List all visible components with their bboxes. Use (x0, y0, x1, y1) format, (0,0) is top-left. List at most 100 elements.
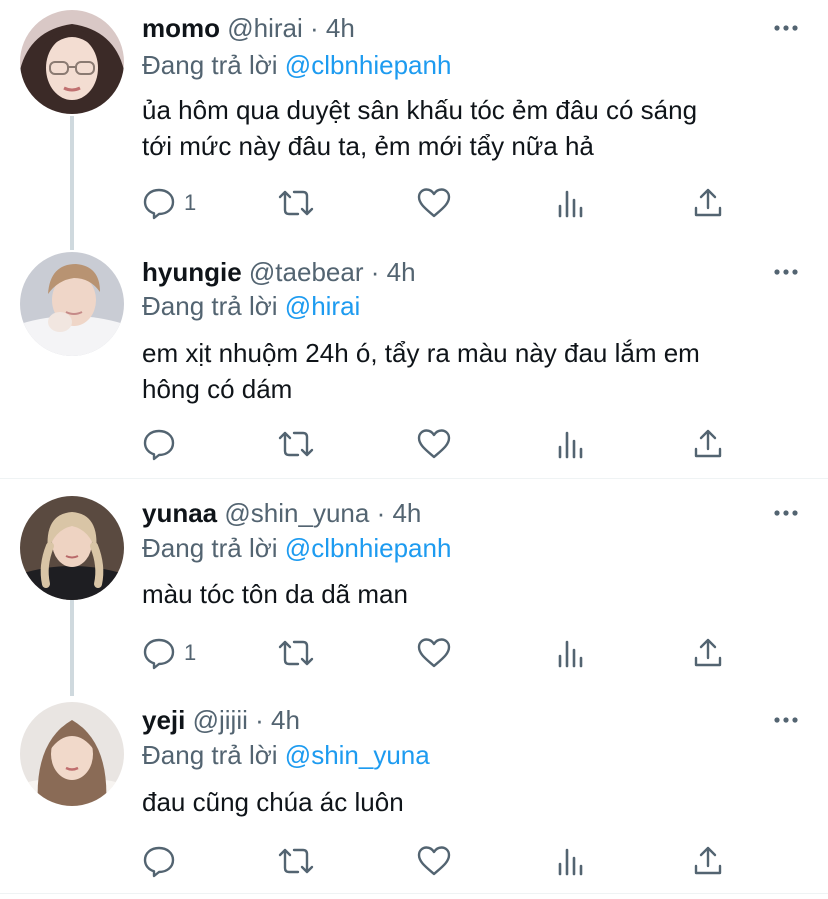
tweet-text: đau cũng chúa ác luôn (142, 784, 802, 820)
stats-button[interactable] (556, 635, 586, 671)
share-button[interactable] (692, 426, 724, 462)
reply-button[interactable] (142, 426, 184, 462)
speech-bubble-icon (143, 846, 175, 878)
stats-button[interactable] (556, 843, 586, 879)
reply-count: 1 (184, 190, 197, 215)
more-dots-icon[interactable] (772, 499, 800, 527)
share-button[interactable] (692, 843, 724, 879)
stats-button[interactable] (556, 185, 586, 221)
user-handle[interactable]: @taebear (249, 257, 364, 287)
share-button[interactable] (692, 185, 724, 221)
replying-to: Đang trả lời @clbnhiepanh (142, 530, 451, 566)
timestamp[interactable]: 4h (392, 498, 421, 528)
like-button[interactable] (416, 843, 452, 879)
like-button[interactable] (416, 185, 452, 221)
separator-dot: · (255, 705, 264, 735)
separator-dot: · (370, 257, 380, 287)
retweet-icon (278, 848, 314, 874)
retweet-button[interactable] (276, 426, 316, 462)
bar-chart-icon (558, 848, 583, 876)
like-button[interactable] (416, 426, 452, 462)
replying-label: Đang trả lời (142, 50, 278, 80)
replying-to: Đang trả lời @shin_yuna (142, 737, 430, 773)
tweet-text: màu tóc tôn da dã man (142, 576, 802, 612)
heart-icon (417, 188, 451, 218)
tweet[interactable]: yunaa @shin_yuna · 4h Đang trả lời @clbn… (0, 479, 828, 696)
avatar[interactable] (20, 252, 124, 356)
action-bar: 1 (142, 185, 742, 221)
user-handle[interactable]: @jijii (193, 705, 248, 735)
tweet-header: yeji @jijii · 4h (142, 702, 300, 738)
user-handle[interactable]: @hirai (227, 13, 303, 43)
tweet-divider (0, 893, 828, 894)
replying-label: Đang trả lời (142, 533, 278, 563)
tweet-header: yunaa @shin_yuna · 4h (142, 495, 421, 531)
more-dots-icon[interactable] (772, 706, 800, 734)
retweet-button[interactable] (276, 185, 316, 221)
tweet-text-line: hông có dám (142, 374, 293, 404)
retweet-button[interactable] (276, 843, 316, 879)
separator-dot: · (310, 13, 319, 43)
like-button[interactable] (416, 635, 452, 671)
reply-button[interactable]: 1 (142, 635, 196, 671)
heart-icon (417, 429, 451, 459)
display-name[interactable]: yunaa (142, 498, 217, 528)
reply-button[interactable]: 1 (142, 185, 196, 221)
mention-link[interactable]: @hirai (285, 291, 361, 321)
share-upload-icon (694, 429, 722, 458)
share-upload-icon (694, 638, 722, 667)
retweet-icon (278, 190, 314, 216)
tweet-text-line: tới mức này đâu ta, ẻm mới tẩy nữa hả (142, 131, 594, 161)
more-dots-icon[interactable] (772, 14, 800, 42)
share-upload-icon (694, 188, 722, 217)
separator-dot: · (376, 498, 386, 528)
tweet[interactable]: yeji @jijii · 4h Đang trả lời @shin_yuna… (0, 696, 828, 894)
speech-bubble-icon (143, 188, 175, 220)
tweet-text: em xịt nhuộm 24h ó, tẩy ra màu này đau l… (142, 335, 802, 407)
heart-icon (417, 846, 451, 876)
timestamp[interactable]: 4h (387, 257, 416, 287)
mention-link[interactable]: @clbnhiepanh (285, 50, 452, 80)
bar-chart-icon (558, 431, 583, 459)
more-dots-icon[interactable] (772, 258, 800, 286)
tweet-text: ủa hôm qua duyệt sân khấu tóc ẻm đâu có … (142, 92, 802, 164)
display-name[interactable]: hyungie (142, 257, 242, 287)
tweet-header: momo @hirai · 4h (142, 10, 355, 46)
tweet[interactable]: hyungie @taebear · 4h Đang trả lời @hira… (0, 250, 828, 478)
tweet-text-line: em xịt nhuộm 24h ó, tẩy ra màu này đau l… (142, 338, 700, 368)
tweet-text-line: đau cũng chúa ác luôn (142, 787, 404, 817)
stats-button[interactable] (556, 426, 586, 462)
avatar[interactable] (20, 10, 124, 114)
avatar[interactable] (20, 496, 124, 600)
bar-chart-icon (558, 640, 583, 668)
speech-bubble-icon (143, 638, 175, 670)
retweet-icon (278, 640, 314, 666)
speech-bubble-icon (143, 429, 175, 461)
heart-icon (417, 638, 451, 668)
mention-link[interactable]: @clbnhiepanh (285, 533, 452, 563)
timestamp[interactable]: 4h (326, 13, 355, 43)
tweet[interactable]: momo @hirai · 4h Đang trả lời @clbnhiepa… (0, 0, 828, 250)
action-bar (142, 843, 742, 879)
tweet-text-line: ủa hôm qua duyệt sân khấu tóc ẻm đâu có … (142, 95, 698, 125)
mention-link[interactable]: @shin_yuna (285, 740, 430, 770)
tweet-header: hyungie @taebear · 4h (142, 254, 416, 290)
replying-label: Đang trả lời (142, 740, 278, 770)
retweet-button[interactable] (276, 635, 316, 671)
timestamp[interactable]: 4h (271, 705, 300, 735)
reply-button[interactable] (142, 843, 184, 879)
action-bar (142, 426, 742, 462)
action-bar: 1 (142, 635, 742, 671)
reply-count: 1 (184, 640, 197, 665)
display-name[interactable]: yeji (142, 705, 185, 735)
avatar[interactable] (20, 702, 124, 806)
retweet-icon (278, 431, 314, 457)
replying-label: Đang trả lời (142, 291, 278, 321)
user-handle[interactable]: @shin_yuna (224, 498, 369, 528)
replying-to: Đang trả lời @hirai (142, 288, 360, 324)
tweet-text-line: màu tóc tôn da dã man (142, 579, 408, 609)
display-name[interactable]: momo (142, 13, 220, 43)
share-upload-icon (694, 846, 722, 875)
replying-to: Đang trả lời @clbnhiepanh (142, 47, 451, 83)
share-button[interactable] (692, 635, 724, 671)
